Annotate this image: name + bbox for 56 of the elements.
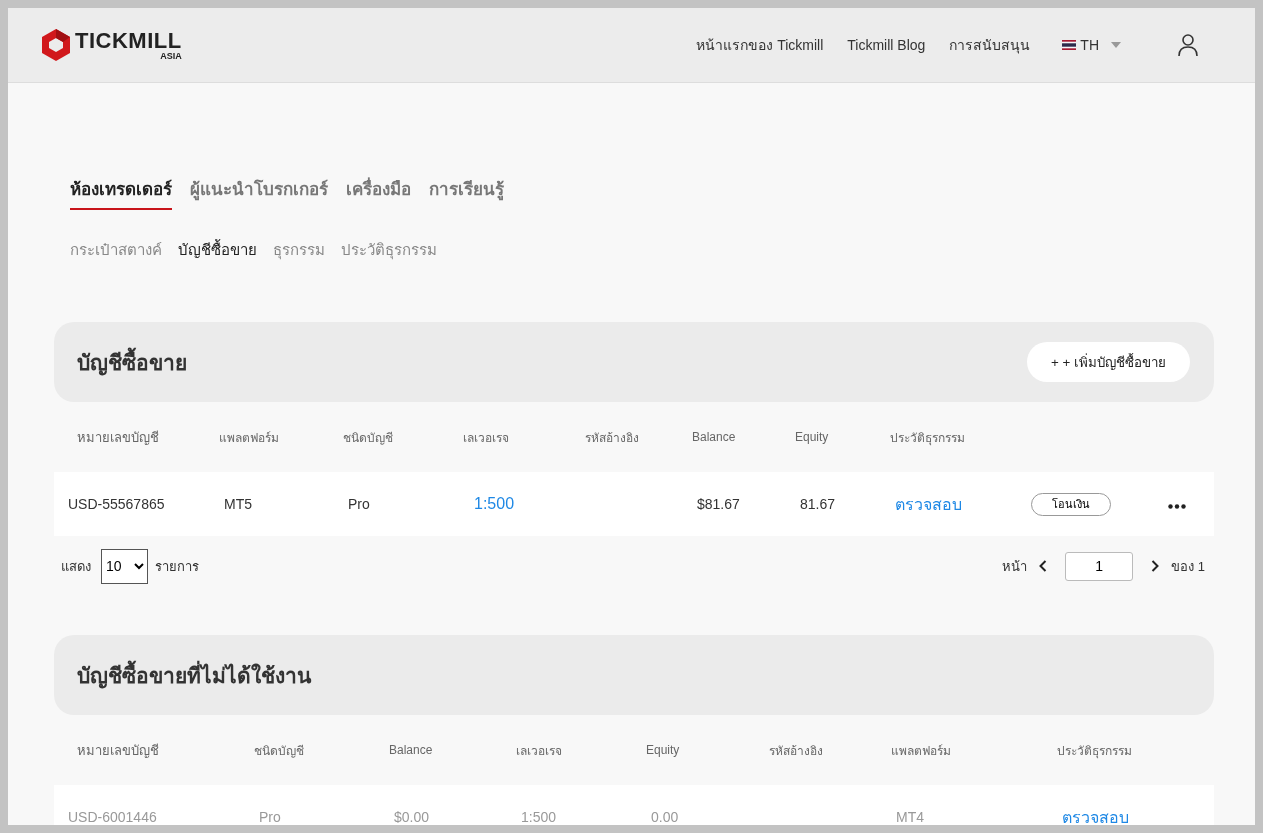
table-cell-text: MT5 xyxy=(223,496,253,512)
nav-link[interactable]: การสนับสนุน xyxy=(949,34,1031,56)
table-cell-text: $0.00 xyxy=(393,809,431,825)
column-header: Balance xyxy=(388,743,434,757)
column-header: ชนิดบัญชี xyxy=(253,742,305,760)
nav-link[interactable]: หน้าแรกของ Tickmill xyxy=(696,34,824,56)
page-count: ของ 1 xyxy=(1171,557,1205,576)
column-header: เลเวอเรจ xyxy=(515,742,563,760)
table-cell-text: USD-6001446 xyxy=(67,809,158,825)
table-cell-text: 1:500 xyxy=(520,809,558,825)
nav-link[interactable]: Tickmill Blog xyxy=(847,37,926,53)
column-header: ชนิดบัญชี xyxy=(342,429,394,447)
main-tab[interactable]: ห้องเทรดเดอร์ xyxy=(70,175,172,210)
column-header: แพลตฟอร์ม xyxy=(890,742,952,760)
chevron-right-icon[interactable] xyxy=(1151,560,1160,572)
table-cell-text: MT4 xyxy=(895,809,925,825)
leverage-link[interactable]: 1:500 xyxy=(454,495,576,513)
table-cell-text: 0.00 xyxy=(650,809,680,825)
main-tab[interactable]: การเรียนรู้ xyxy=(429,175,504,210)
user-icon[interactable] xyxy=(1177,33,1199,57)
logo-icon xyxy=(41,28,71,62)
section-title: บัญชีซื้อขายที่ไม่ได้ใช้งาน xyxy=(77,658,311,692)
column-header: ประวัติธุรกรรม xyxy=(1056,742,1133,760)
column-header: Equity xyxy=(794,430,830,444)
page-size-select[interactable]: 10 xyxy=(101,548,148,584)
table-cell-text: Pro xyxy=(347,496,371,512)
history-link[interactable]: ตรวจสอบ xyxy=(881,491,1017,517)
column-header: ประวัติธุรกรรม xyxy=(889,429,966,447)
column-header: รหัสอ้างอิง xyxy=(584,429,640,447)
page-input[interactable]: 1 xyxy=(1065,551,1134,581)
column-header: หมายเลขบัญชี xyxy=(76,741,160,760)
add-account-button[interactable]: + + เพิ่มบัญชีซื้อขาย xyxy=(1027,342,1190,382)
page-label: หน้า xyxy=(1002,557,1028,576)
table-cell-text: USD-55567865 xyxy=(67,496,166,512)
logo-text: TICKMILL xyxy=(75,29,182,52)
column-header: รหัสอ้างอิง xyxy=(768,742,824,760)
language-selector[interactable]: TH xyxy=(1080,37,1099,53)
chevron-left-icon[interactable] xyxy=(1039,560,1048,572)
table-cell-text: 81.67 xyxy=(799,496,837,512)
main-tab[interactable]: เครื่องมือ xyxy=(346,175,411,210)
transfer-button[interactable]: โอนเงิน xyxy=(1031,492,1111,516)
column-header: เลเวอเรจ xyxy=(462,429,510,447)
main-tab[interactable]: ผู้แนะนำโบรกเกอร์ xyxy=(190,175,328,210)
column-header: Balance xyxy=(691,430,737,444)
table-cell-text: Pro xyxy=(258,809,282,825)
more-icon[interactable] xyxy=(1168,504,1186,509)
show-label: แสดง xyxy=(61,557,91,576)
column-header: หมายเลขบัญชี xyxy=(76,428,160,447)
section-title: บัญชีซื้อขาย xyxy=(77,345,187,379)
flag-icon xyxy=(1062,40,1077,50)
table-cell-text: $81.67 xyxy=(696,496,741,512)
column-header: Equity xyxy=(645,743,681,757)
sub-tab[interactable]: บัญชีซื้อขาย xyxy=(178,238,257,262)
items-label: รายการ xyxy=(155,557,199,576)
logo-subtitle: ASIA xyxy=(160,51,182,61)
column-header: แพลตฟอร์ม xyxy=(218,429,280,447)
